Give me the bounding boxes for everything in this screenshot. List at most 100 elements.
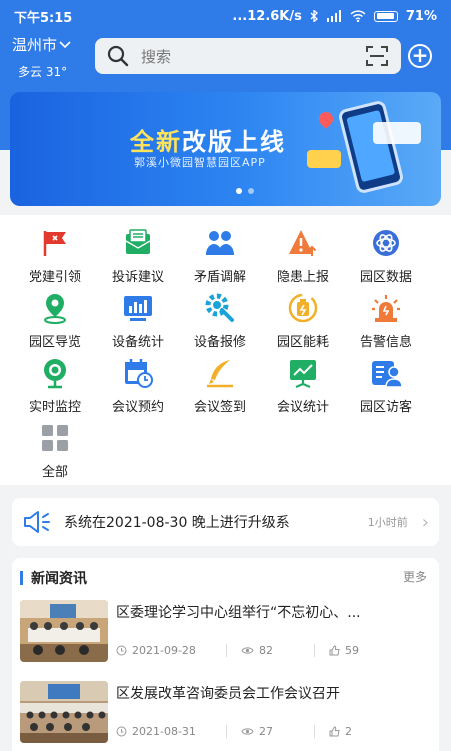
menu-item-label: 会议统计	[276, 400, 329, 415]
menu-item-label: 会议签到	[193, 400, 246, 415]
bluetooth-icon	[310, 10, 318, 22]
complaint-envelope-icon	[125, 229, 151, 254]
battery-level: 71%	[405, 8, 437, 24]
meeting-stats-icon	[290, 360, 316, 389]
wifi-icon	[350, 10, 366, 22]
promo-banner[interactable]: 全新改版上线 郭溪小微园智慧园区APP	[10, 92, 441, 206]
visitor-card-icon	[372, 361, 403, 388]
news-item-title: 区委理论学习中心组举行“不忘初心、...	[116, 605, 361, 621]
more-link[interactable]: 更多	[403, 568, 427, 585]
energy-battery-icon	[288, 293, 318, 323]
park-data-icon	[373, 230, 399, 256]
sign-pen-icon	[207, 360, 233, 388]
menu-item-energy-battery[interactable]: 园区能耗	[258, 286, 348, 350]
news-thumbnail	[20, 600, 108, 662]
eye-icon	[241, 728, 254, 735]
news-section: 新闻资讯 更多 区委理论学习中心组举行“不忘初心、... 2021-09-28 …	[12, 558, 439, 751]
carousel-dot[interactable]	[236, 188, 242, 194]
menu-item-sign-pen[interactable]: 会议签到	[175, 351, 265, 415]
menu-item-label: 园区访客	[359, 400, 412, 415]
city-name: 温州市	[12, 36, 58, 54]
news-title: 新闻资讯	[31, 571, 87, 587]
search-icon	[107, 45, 129, 67]
notice-time: 1小时前	[367, 516, 408, 529]
menu-item-label: 投诉建议	[111, 270, 164, 285]
menu-item-alarm-light[interactable]: 告警信息	[341, 286, 431, 350]
news-date: 2021-09-28	[132, 644, 196, 657]
menu-item-label: 园区数据	[359, 270, 412, 285]
signal-icon	[326, 10, 341, 22]
system-notice[interactable]: 系统在2021-08-30 晚上进行升级系 1小时前 ›	[12, 498, 439, 546]
menu-item-calendar-clock[interactable]: 会议预约	[93, 351, 183, 415]
banner-title: 全新改版上线	[130, 128, 286, 156]
menu-item-label: 隐患上报	[276, 270, 329, 285]
section-marker	[20, 571, 23, 585]
thumbs-up-icon	[329, 726, 340, 737]
network-speed: ...12.6K/s	[232, 8, 302, 24]
banner-subtitle: 郭溪小微园智慧园区APP	[134, 156, 266, 169]
news-item[interactable]: 区发展改革咨询委员会工作会议召开 2021-08-31 27 2	[20, 681, 435, 745]
calendar-clock-icon	[125, 359, 153, 388]
speaker-icon	[24, 511, 50, 533]
news-thumbnail	[20, 681, 108, 743]
news-likes: 59	[345, 644, 359, 657]
status-time: 下午5:15	[14, 10, 73, 26]
menu-item-all-grid[interactable]: 全部	[10, 416, 100, 480]
scan-icon[interactable]	[365, 45, 389, 67]
carousel-dot[interactable]	[248, 188, 254, 194]
clock-icon	[116, 726, 127, 737]
menu-item-label: 全部	[41, 465, 68, 480]
news-item-title: 区发展改革咨询委员会工作会议召开	[116, 686, 340, 702]
alarm-light-icon	[372, 295, 400, 322]
chevron-down-icon	[59, 40, 71, 48]
news-likes: 2	[345, 725, 352, 738]
location-pin-graphic	[316, 109, 336, 129]
menu-item-label: 会议预约	[111, 400, 164, 415]
menu-item-map-pin[interactable]: 园区导览	[10, 286, 100, 350]
party-flag-icon	[43, 231, 66, 256]
search-bar[interactable]: 搜索	[95, 38, 401, 74]
menu-item-label: 实时监控	[28, 400, 81, 415]
map-pin-icon	[44, 294, 66, 324]
menu-item-hazard-warning[interactable]: 隐患上报	[258, 221, 348, 285]
card-graphic	[307, 150, 341, 168]
menu-item-label: 设备报修	[193, 335, 246, 350]
status-bar: 下午5:15 ...12.6K/s 71%	[0, 0, 451, 32]
notice-text: 系统在2021-08-30 晚上进行升级系	[64, 515, 290, 531]
battery-icon	[373, 10, 398, 22]
menu-item-camera[interactable]: 实时监控	[10, 351, 100, 415]
quick-menu-grid: 党建引领 投诉建议 矛盾调解 隐患上报 园区数据园区导览 设备统计 设备报修 园区能耗 告警信息…	[0, 215, 451, 485]
weather-text: 多云 31°	[18, 65, 68, 79]
clock-icon	[116, 645, 127, 656]
menu-item-meeting-stats[interactable]: 会议统计	[258, 351, 348, 415]
menu-item-park-data[interactable]: 园区数据	[341, 221, 431, 285]
add-icon[interactable]: +	[408, 44, 432, 68]
menu-item-label: 矛盾调解	[193, 270, 246, 285]
menu-item-label: 党建引领	[28, 270, 81, 285]
menu-item-label: 设备统计	[111, 335, 164, 350]
menu-item-party-flag[interactable]: 党建引领	[10, 221, 100, 285]
menu-item-repair-gear[interactable]: 设备报修	[175, 286, 265, 350]
news-item[interactable]: 区委理论学习中心组举行“不忘初心、... 2021-09-28 82 59	[20, 600, 435, 664]
chevron-right-icon: ›	[421, 511, 429, 533]
location-selector[interactable]: 温州市 多云 31°	[12, 34, 84, 80]
carousel-dots[interactable]	[236, 188, 254, 194]
mediation-people-icon	[206, 231, 234, 255]
camera-icon	[44, 359, 66, 389]
search-placeholder: 搜索	[141, 47, 172, 66]
eye-icon	[241, 647, 254, 654]
menu-item-visitor-card[interactable]: 园区访客	[341, 351, 431, 415]
menu-item-complaint-envelope[interactable]: 投诉建议	[93, 221, 183, 285]
card-graphic	[373, 122, 421, 144]
menu-item-label: 告警信息	[359, 335, 412, 350]
menu-item-label: 园区能耗	[276, 335, 329, 350]
repair-gear-icon	[205, 293, 234, 322]
menu-item-equipment-chart[interactable]: 设备统计	[93, 286, 183, 350]
news-views: 27	[259, 725, 273, 738]
menu-item-mediation-people[interactable]: 矛盾调解	[175, 221, 265, 285]
hazard-warning-icon	[289, 230, 317, 256]
equipment-chart-icon	[124, 296, 152, 321]
all-grid-icon	[42, 425, 68, 451]
menu-item-label: 园区导览	[28, 335, 81, 350]
news-views: 82	[259, 644, 273, 657]
